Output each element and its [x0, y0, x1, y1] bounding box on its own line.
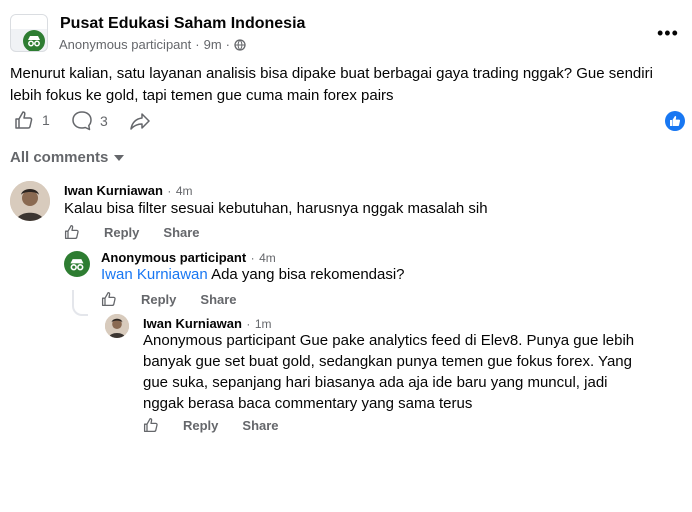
avatar-iwan[interactable] [10, 181, 50, 221]
share-icon [130, 113, 150, 130]
reply-button[interactable]: Reply [141, 292, 176, 307]
thumbs-up-icon[interactable] [101, 291, 117, 307]
comment-time[interactable]: 1m [255, 317, 272, 331]
group-avatar[interactable] [10, 14, 48, 52]
post-author[interactable]: Anonymous participant [59, 37, 191, 52]
caret-down-icon [114, 154, 125, 161]
share-button[interactable] [129, 110, 151, 132]
comment-button[interactable]: 3 [71, 110, 108, 132]
comment-actions: Reply Share [101, 291, 237, 307]
post-meta: Anonymous participant · 9m · [59, 37, 246, 52]
post-body: Menurut kalian, satu layanan analisis bi… [10, 65, 653, 104]
comment-author[interactable]: Iwan Kurniawan [64, 183, 163, 198]
comment-time[interactable]: 4m [176, 184, 193, 198]
like-count: 1 [42, 112, 50, 128]
comment-separator: · [167, 184, 172, 198]
avatar-iwan[interactable] [105, 314, 129, 338]
comment-text-body: Ada yang bisa rekomendasi? [207, 266, 405, 283]
more-options-icon[interactable]: ••• [657, 24, 679, 42]
facebook-like-badge-icon [665, 111, 685, 131]
all-comments-filter[interactable]: All comments [10, 149, 125, 166]
comment-actions: Reply Share [64, 224, 200, 240]
comment-icon [72, 111, 92, 131]
comment-author[interactable]: Anonymous participant [101, 250, 246, 265]
thumbs-up-icon[interactable] [143, 417, 159, 433]
post-time[interactable]: 9m [204, 37, 222, 52]
comment-count: 3 [100, 113, 108, 129]
globe-icon [234, 38, 246, 51]
group-name[interactable]: Pusat Edukasi Saham Indonesia [60, 15, 305, 33]
comment-author[interactable]: Iwan Kurniawan [143, 316, 242, 331]
anonymous-icon [23, 30, 45, 51]
comment-actions: Reply Share [143, 417, 279, 433]
thread-connector [72, 290, 88, 316]
thumbs-up-icon[interactable] [64, 224, 80, 240]
like-button[interactable]: 1 [14, 110, 50, 130]
meta-separator: · [195, 37, 200, 52]
mention-link[interactable]: Iwan Kurniawan [101, 266, 208, 283]
share-button[interactable]: Share [242, 418, 278, 433]
anonymous-avatar-icon[interactable] [64, 251, 90, 277]
reply-button[interactable]: Reply [183, 418, 218, 433]
comment-text: Anonymous participant Gue pake analytics… [143, 332, 635, 412]
share-button[interactable]: Share [200, 292, 236, 307]
comment-text: Kalau bisa filter sesuai kebutuhan, haru… [64, 200, 488, 217]
all-comments-label: All comments [10, 149, 109, 166]
thumbs-up-icon [15, 111, 33, 129]
reply-button[interactable]: Reply [104, 225, 139, 240]
comment-separator: · [250, 251, 255, 265]
comment-text: Iwan Kurniawan Ada yang bisa rekomendasi… [101, 264, 671, 285]
share-button[interactable]: Share [163, 225, 199, 240]
comment-separator: · [246, 317, 251, 331]
separator-dot: · [225, 37, 230, 52]
comment-time[interactable]: 4m [259, 251, 276, 265]
